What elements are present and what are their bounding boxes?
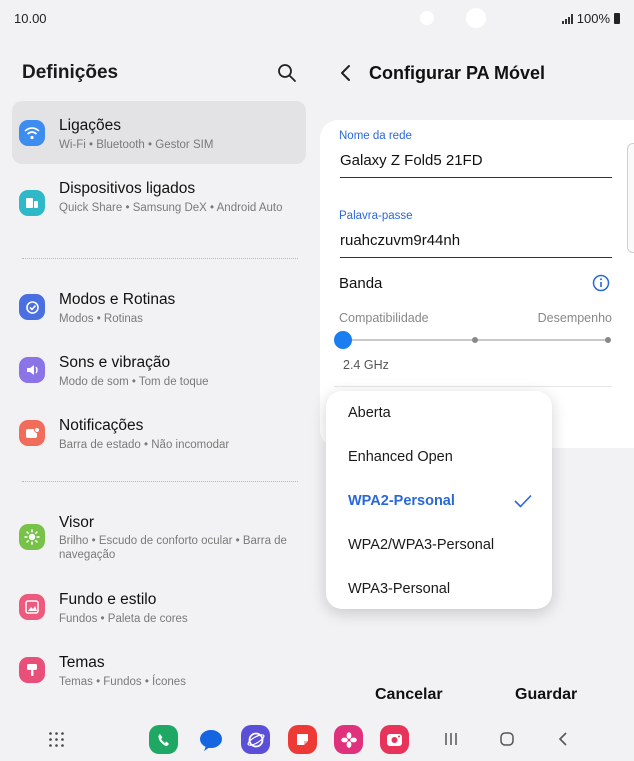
page-title: Configurar PA Móvel — [369, 63, 546, 83]
settings-item-label: Fundo e estilo — [59, 591, 157, 608]
gallery-app-icon[interactable] — [334, 725, 363, 754]
settings-item-label: Visor — [59, 514, 95, 531]
status-time: 10.00 — [14, 11, 47, 26]
slider-step-dot — [472, 337, 478, 343]
password-label: Palavra-passe — [339, 210, 413, 222]
nav-back-icon[interactable] — [556, 731, 570, 747]
app-drawer-icon[interactable] — [48, 731, 65, 748]
notification-icon — [19, 420, 45, 446]
save-button[interactable]: Guardar — [515, 686, 577, 704]
settings-item-label: Modos e Rotinas — [59, 291, 176, 308]
band-slider-thumb[interactable] — [334, 331, 352, 349]
settings-item-ligacoes[interactable]: Ligações Wi-Fi • Bluetooth • Gestor SIM — [12, 101, 306, 164]
settings-item-fundo-estilo[interactable]: Fundo e estilo Fundos • Paleta de cores — [12, 582, 306, 632]
back-arrow-icon[interactable] — [338, 64, 354, 82]
messages-app-icon[interactable] — [196, 725, 225, 754]
slider-label-compatibility: Compatibilidade — [339, 311, 429, 325]
cancel-button[interactable]: Cancelar — [375, 686, 443, 704]
settings-item-modos-rotinas[interactable]: Modos e Rotinas Modos • Rotinas — [12, 282, 306, 332]
battery-level: 100% — [576, 11, 610, 26]
settings-item-temas[interactable]: Temas Temas • Fundos • Ícones — [12, 645, 306, 695]
brightness-icon — [19, 524, 45, 550]
settings-title: Definições — [22, 62, 119, 83]
battery-icon — [614, 13, 620, 24]
security-option-wpa3-personal[interactable]: WPA3-Personal — [348, 581, 450, 597]
taskbar — [0, 720, 634, 761]
section-divider — [22, 258, 298, 259]
settings-item-label: Temas — [59, 654, 105, 671]
settings-item-label: Notificações — [59, 417, 144, 434]
info-icon[interactable] — [592, 274, 610, 292]
settings-item-notificacoes[interactable]: Notificações Barra de estado • Não incom… — [12, 408, 306, 458]
settings-item-sons-vibracao[interactable]: Sons e vibração Modo de som • Tom de toq… — [12, 345, 306, 395]
settings-item-visor[interactable]: Visor Brilho • Escudo de conforto ocular… — [12, 505, 306, 569]
security-option-wpa2-personal[interactable]: WPA2-Personal — [348, 493, 455, 509]
security-option-enhanced-open[interactable]: Enhanced Open — [348, 449, 453, 465]
band-value: 2.4 GHz — [343, 358, 389, 372]
devices-icon — [19, 190, 45, 216]
section-divider — [22, 481, 298, 482]
settings-item-subtitle: Modos • Rotinas — [59, 313, 143, 325]
password-field[interactable]: ruahczuvm9r44nh — [340, 232, 612, 258]
phone-app-icon[interactable] — [149, 725, 178, 754]
recent-apps-icon[interactable] — [443, 731, 459, 747]
settings-item-label: Dispositivos ligados — [59, 180, 196, 197]
search-icon[interactable] — [277, 63, 297, 83]
notes-app-icon[interactable] — [288, 725, 317, 754]
settings-item-label: Ligações — [59, 117, 122, 134]
status-bar: 10.00 100% — [0, 0, 634, 36]
home-icon[interactable] — [499, 731, 515, 747]
card-divider — [334, 386, 612, 387]
modes-icon — [19, 294, 45, 320]
settings-item-label: Sons e vibração — [59, 354, 171, 371]
themes-icon — [19, 657, 45, 683]
internet-app-icon[interactable] — [241, 725, 270, 754]
slider-label-performance: Desempenho — [537, 311, 612, 325]
settings-item-subtitle: Temas • Fundos • Ícones — [59, 676, 186, 688]
network-name-field[interactable]: Galaxy Z Fold5 21FD — [340, 152, 612, 178]
signal-icon — [561, 13, 573, 24]
wifi-icon — [19, 120, 45, 146]
security-dropdown-menu: Aberta Enhanced Open WPA2-Personal WPA2/… — [326, 391, 552, 609]
camera-app-icon[interactable] — [380, 725, 409, 754]
camera-cutout — [420, 11, 434, 25]
sound-icon — [19, 357, 45, 383]
security-option-aberta[interactable]: Aberta — [348, 405, 391, 421]
settings-item-subtitle: Barra de estado • Não incomodar — [59, 439, 230, 451]
wallpaper-icon — [19, 594, 45, 620]
settings-item-subtitle: Quick Share • Samsung DeX • Android Auto — [59, 202, 283, 214]
band-label: Banda — [339, 275, 383, 292]
settings-item-dispositivos-ligados[interactable]: Dispositivos ligados Quick Share • Samsu… — [12, 170, 306, 240]
slider-step-dot — [605, 337, 611, 343]
security-option-wpa2-wpa3-personal[interactable]: WPA2/WPA3-Personal — [348, 537, 494, 553]
network-name-label: Nome da rede — [339, 130, 412, 142]
settings-item-subtitle: Fundos • Paleta de cores — [59, 613, 188, 625]
settings-item-subtitle: Wi-Fi • Bluetooth • Gestor SIM — [59, 139, 214, 151]
camera-cutout-large — [466, 8, 486, 28]
checkmark-icon — [514, 494, 532, 508]
scroll-handle[interactable] — [627, 143, 634, 253]
settings-item-subtitle: Brilho • Escudo de conforto ocular • Bar… — [59, 535, 287, 561]
settings-item-subtitle: Modo de som • Tom de toque — [59, 376, 209, 388]
